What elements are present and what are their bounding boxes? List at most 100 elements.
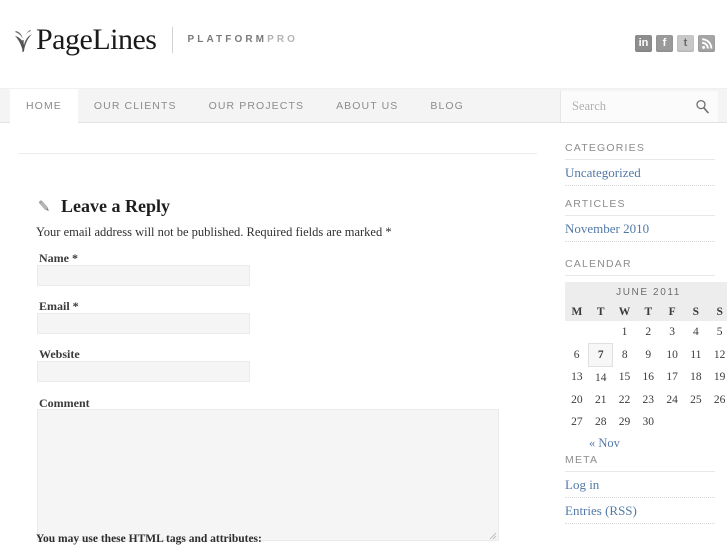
comment-textarea[interactable] [37,409,499,541]
nav-item-our-clients[interactable]: OUR CLIENTS [78,89,193,123]
meta-link-entries-rss[interactable]: Entries (RSS) [565,498,715,524]
calendar-table: JUNE 2011 M T W T F S S 1 2 3 4 5 6 7 8 … [565,282,727,433]
content-divider [18,153,537,154]
calendar-week-row: 20 21 22 23 24 25 26 [565,389,727,411]
tagline-pro: PRO [267,34,299,45]
site-header: PageLines PLATFORMPRO in f t [0,0,727,78]
leaf-icon [12,27,34,53]
calendar-day: 16 [642,371,655,384]
calendar-week-row: 6 7 8 9 10 11 12 [565,342,727,367]
calendar-day: 4 [693,326,699,338]
calendar-weekday: F [660,303,684,321]
site-logo[interactable]: PageLines PLATFORMPRO [12,25,298,55]
calendar-weekday: T [636,303,661,321]
calendar-day [565,321,589,343]
allowed-html-tags-text: You may use these HTML tags and attribut… [36,533,262,545]
calendar-day: 23 [642,393,655,406]
archive-link-november-2010[interactable]: November 2010 [565,216,715,242]
required-fields-note: Your email address will not be published… [36,225,392,239]
meta-link-log-in[interactable]: Log in [565,472,715,498]
website-label: Website [39,347,80,361]
widget-title-categories: CATEGORIES [565,142,715,160]
pencil-icon [36,198,53,215]
nav-item-list: HOME OUR CLIENTS OUR PROJECTS ABOUT US B… [10,89,480,123]
calendar-day: 26 [713,393,726,406]
nav-item-blog[interactable]: BLOG [414,89,480,123]
calendar-day: 21 [594,393,607,406]
calendar-day: 10 [666,348,678,361]
calendar-day [684,411,708,433]
calendar-day: 1 [621,326,628,338]
calendar-day: 5 [716,326,723,338]
calendar-weekday-row: M T W T F S S [565,303,727,321]
nav-item-about-us[interactable]: ABOUT US [320,89,414,123]
widget-title-calendar: CALENDAR [565,258,715,276]
calendar-day: 13 [571,371,583,384]
calendar-weekday: S [683,303,708,321]
calendar-prev-month-link[interactable]: « Nov [589,436,620,450]
calendar-day: 29 [618,415,631,428]
nav-item-our-projects[interactable]: OUR PROJECTS [193,89,320,123]
calendar-weekday: W [612,303,637,321]
facebook-icon[interactable]: f [656,35,673,52]
widget-meta: META Log in Entries (RSS) [565,454,715,524]
calendar-day: 8 [621,348,628,361]
twitter-icon[interactable]: t [677,35,694,52]
main-content: Leave a Reply Your email address will no… [0,123,548,545]
calendar-day: 24 [666,393,678,406]
nav-item-home[interactable]: HOME [10,89,78,123]
calendar-day: 12 [713,348,726,361]
name-label: Name * [39,251,78,265]
calendar-day: 27 [571,415,583,428]
calendar-day-today: 7 [588,342,614,367]
calendar-day: 30 [642,415,655,428]
email-field[interactable] [37,313,250,334]
calendar-day: 22 [618,393,631,406]
calendar-day [660,411,684,433]
search-box [560,91,718,122]
calendar-day: 2 [645,326,652,338]
calendar-day: 9 [645,348,652,361]
calendar-day: 17 [666,371,678,384]
email-label: Email * [39,299,79,313]
calendar-day: 14 [594,371,607,384]
calendar-day: 28 [594,415,607,428]
calendar-weekday: S [707,303,727,321]
rss-icon[interactable] [698,35,715,52]
main-navigation: HOME OUR CLIENTS OUR PROJECTS ABOUT US B… [0,88,727,123]
widget-articles: ARTICLES November 2010 [565,198,715,242]
name-field[interactable] [37,265,250,286]
page-root: PageLines PLATFORMPRO in f t HOME OUR CL… [0,0,727,545]
leave-a-reply-heading: Leave a Reply [36,196,170,216]
calendar-week-row: 27 28 29 30 [565,411,727,433]
calendar-day: 18 [690,371,702,384]
calendar-day: 20 [571,393,583,406]
category-link-uncategorized[interactable]: Uncategorized [565,160,715,186]
calendar-week-row: 13 14 15 16 17 18 19 [565,366,727,389]
calendar-nav: « Nov [565,436,727,451]
page-title: Leave a Reply [61,196,170,216]
calendar-day: 25 [690,393,702,406]
calendar-week-row: 1 2 3 4 5 [565,321,727,343]
search-icon[interactable] [695,99,710,114]
calendar-day: 3 [669,326,675,338]
social-links: in f t [635,35,715,52]
search-input[interactable] [570,91,690,122]
widget-title-meta: META [565,454,715,472]
resize-handle-icon[interactable] [487,527,497,540]
calendar-day: 19 [713,371,726,384]
calendar-day: 15 [618,371,631,384]
widget-calendar: CALENDAR JUNE 2011 M T W T F S S 1 2 3 4… [565,258,727,451]
calendar-day: 11 [690,348,702,361]
sidebar: CATEGORIES Uncategorized ARTICLES Novemb… [560,133,727,545]
calendar-day [589,321,613,343]
calendar-weekday: T [588,303,613,321]
widget-title-articles: ARTICLES [565,198,715,216]
website-field[interactable] [37,361,250,382]
calendar-day: 6 [573,348,580,361]
logo-text: PageLines [36,23,157,56]
calendar-day [708,411,727,433]
logo-divider [172,27,174,53]
linkedin-icon[interactable]: in [635,35,652,52]
tagline-platform: PLATFORM [187,34,268,45]
